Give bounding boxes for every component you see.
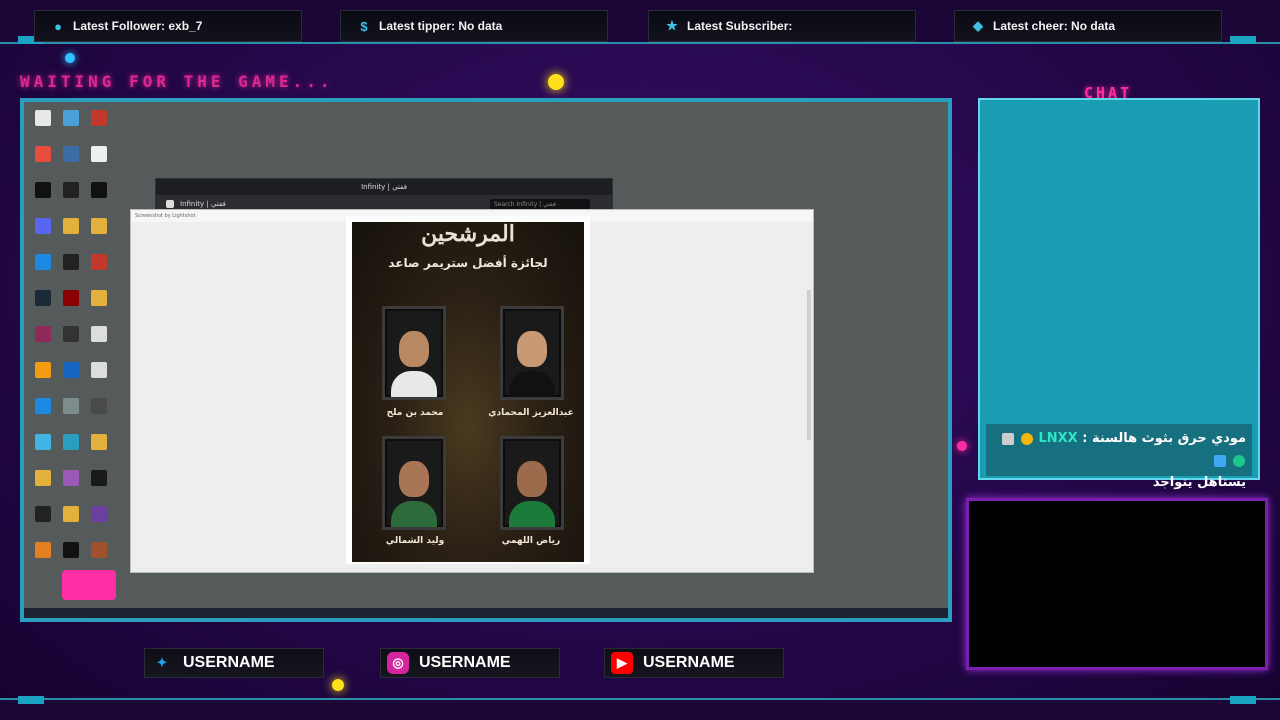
ticker-latest-cheer: ◆ Latest cheer: No data <box>954 10 1222 42</box>
desktop-icon[interactable] <box>28 542 58 578</box>
ticker-text: Latest tipper: No data <box>379 19 503 33</box>
desktop-icon[interactable] <box>28 218 58 254</box>
poster-subtitle: لجائزة أفضل ستريمر صاعد <box>388 256 548 270</box>
nominee-portrait <box>500 436 564 530</box>
desktop-icon[interactable] <box>84 218 114 254</box>
nominee-name: وليد الشمالي <box>385 536 445 546</box>
decor-dot <box>332 679 344 691</box>
desktop-icon[interactable] <box>28 146 58 182</box>
social-twitter: ✦ USERNAME <box>144 648 324 678</box>
youtube-icon: ▶ <box>611 652 633 674</box>
nominee-portrait <box>382 436 446 530</box>
desktop-icon[interactable] <box>56 254 86 290</box>
desktop-icon[interactable] <box>28 398 58 434</box>
social-username: USERNAME <box>643 654 735 671</box>
ticker-latest-subscriber: ★ Latest Subscriber: <box>648 10 916 42</box>
decor-corner <box>1230 36 1256 44</box>
desktop-icon[interactable] <box>28 326 58 362</box>
chat-username: LNXX <box>1038 431 1078 446</box>
desktop-icon[interactable] <box>56 362 86 398</box>
desktop-icon[interactable] <box>28 434 58 470</box>
mod-badge-icon <box>1214 454 1227 467</box>
social-instagram: ◎ USERNAME <box>380 648 560 678</box>
nominee-name: محمد بن ملح <box>386 408 444 418</box>
pixel-logo <box>62 570 116 600</box>
chat-message: مودي حرق بثوث هالسنة : LNXX يستاهل يتواج… <box>986 424 1252 490</box>
desktop-icon[interactable] <box>56 110 86 146</box>
ticker-latest-follower: ● Latest Follower: exb_7 <box>34 10 302 42</box>
discord-search-input[interactable]: Search Infinity | ففتي <box>490 198 590 210</box>
desktop-icon[interactable] <box>56 290 86 326</box>
social-username: USERNAME <box>419 654 511 671</box>
discord-logo-icon <box>166 200 174 208</box>
windows-taskbar[interactable] <box>24 608 948 618</box>
ticker-text: Latest Follower: exb_7 <box>73 19 203 33</box>
desktop-icon[interactable] <box>28 506 58 542</box>
bottom-bar <box>0 698 1280 720</box>
desktop-icon[interactable] <box>28 362 58 398</box>
desktop-icon[interactable] <box>56 146 86 182</box>
desktop-icon[interactable] <box>84 398 114 434</box>
desktop-icon[interactable] <box>56 326 86 362</box>
nominee-name: رياض اللهمي <box>501 536 561 546</box>
discord-title: Infinity | ففتي <box>361 183 407 191</box>
nominees-poster: المرشحين لجائزة أفضل ستريمر صاعد محمد بن… <box>346 216 590 564</box>
desktop-icon[interactable] <box>28 290 58 326</box>
chat-message-text: مودي حرق بثوث هالسنة : <box>1082 431 1246 446</box>
desktop-icon[interactable] <box>84 362 114 398</box>
desktop-icon[interactable] <box>56 470 86 506</box>
desktop-icon[interactable] <box>84 146 114 182</box>
desktop-icon[interactable] <box>84 290 114 326</box>
desktop-icon[interactable] <box>84 182 114 218</box>
desktop-icon[interactable] <box>84 506 114 542</box>
social-youtube: ▶ USERNAME <box>604 648 784 678</box>
social-username: USERNAME <box>183 654 275 671</box>
waiting-status: WAITING FOR THE GAME... <box>20 72 334 91</box>
desktop-icon[interactable] <box>28 470 58 506</box>
desktop-icon-grid <box>28 110 112 578</box>
desktop-icon[interactable] <box>84 470 114 506</box>
decor-dot <box>548 74 564 90</box>
ticker-text: Latest cheer: No data <box>993 19 1116 33</box>
ticker-latest-tipper: $ Latest tipper: No data <box>340 10 608 42</box>
chat-panel: مودي حرق بثوث هالسنة : LNXX يستاهل يتواج… <box>978 98 1260 490</box>
nominee-name: عبدالعزيز المحمادي <box>488 408 574 418</box>
chat-message-text-2: يستاهل يتواجد <box>1152 475 1246 490</box>
nominee-portrait <box>382 306 446 400</box>
star-icon: ★ <box>666 18 678 33</box>
desktop-icon[interactable] <box>56 398 86 434</box>
desktop-icon[interactable] <box>56 434 86 470</box>
ticker-text: Latest Subscriber: <box>687 19 793 33</box>
twitter-icon: ✦ <box>156 655 168 670</box>
desktop-icon[interactable] <box>28 110 58 146</box>
discord-server-name[interactable]: Infinity | ففتي <box>180 200 226 208</box>
desktop-icon[interactable] <box>84 434 114 470</box>
instagram-icon: ◎ <box>387 652 409 674</box>
desktop-icon[interactable] <box>56 506 86 542</box>
desktop-icon[interactable] <box>84 326 114 362</box>
desktop-icon[interactable] <box>56 182 86 218</box>
desktop-icon[interactable] <box>28 254 58 290</box>
diamond-icon: ◆ <box>973 18 983 33</box>
desktop-icon[interactable] <box>84 254 114 290</box>
desktop-icon[interactable] <box>84 110 114 146</box>
emote-badge-icon <box>1002 432 1015 445</box>
decor-corner <box>18 696 44 704</box>
desktop-icon[interactable] <box>28 182 58 218</box>
verified-badge-icon <box>1233 454 1245 467</box>
coin-badge-icon <box>1020 432 1033 445</box>
user-icon: ● <box>54 18 62 34</box>
decor-dot <box>65 53 75 63</box>
dollar-icon: $ <box>360 18 368 34</box>
decor-dot <box>957 441 967 451</box>
viewer-scrollbar[interactable] <box>807 290 811 440</box>
webcam-frame <box>966 498 1268 670</box>
discord-titlebar: Infinity | ففتي <box>156 179 612 195</box>
nominee-portrait <box>500 306 564 400</box>
desktop-icon[interactable] <box>56 218 86 254</box>
decor-corner <box>1230 696 1256 704</box>
poster-headline: المرشحين <box>421 222 515 247</box>
